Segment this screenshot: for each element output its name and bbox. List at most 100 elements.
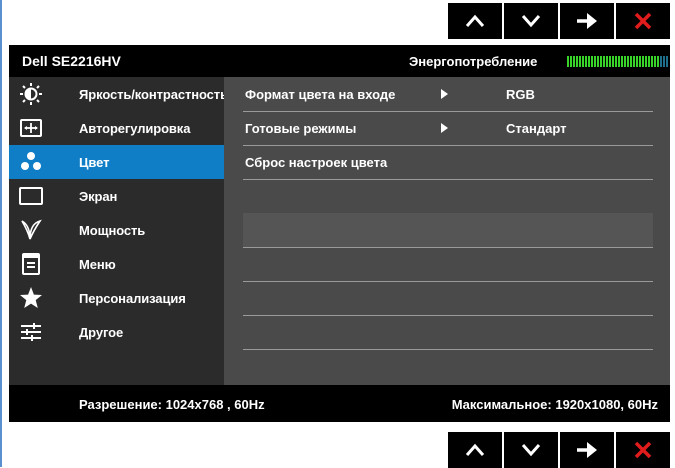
up-button[interactable]: [448, 3, 502, 39]
energy-meter-segment: [570, 56, 572, 67]
main-menu: Яркость/контрастность Авторегулировка Цв…: [9, 77, 228, 385]
empty-row: [243, 179, 653, 214]
energy-meter-segment: [579, 56, 581, 67]
menu-item-label: Другое: [79, 325, 124, 340]
menu-item-display[interactable]: Экран: [9, 179, 224, 213]
auto-adjust-icon: [20, 119, 42, 137]
up-button[interactable]: [448, 432, 502, 468]
empty-row: [243, 213, 653, 248]
exit-button[interactable]: [616, 3, 670, 39]
energy-meter-segment: [636, 56, 638, 67]
menu-item-brightness-contrast[interactable]: Яркость/контрастность: [9, 77, 228, 111]
energy-meter-segment: [630, 56, 632, 67]
energy-usage-label: Энергопотребление: [409, 54, 538, 69]
current-resolution: Разрешение: 1024x768 , 60Hz: [79, 397, 265, 412]
down-button[interactable]: [504, 432, 558, 468]
chevron-down-icon: [521, 444, 541, 457]
star-icon: [20, 287, 42, 308]
left-border: [0, 0, 2, 467]
energy-meter: [567, 56, 668, 67]
enter-button[interactable]: [560, 432, 614, 468]
energy-meter-segment: [624, 56, 626, 67]
energy-meter-segment: [597, 56, 599, 67]
menu-item-personalize[interactable]: Персонализация: [9, 281, 224, 315]
menu-item-label: Мощность: [79, 223, 146, 238]
brightness-icon: [20, 83, 42, 105]
energy-meter-segment: [603, 56, 605, 67]
empty-row: [243, 281, 653, 316]
menu-doc-icon: [22, 253, 40, 275]
energy-meter-segment: [651, 56, 653, 67]
energy-meter-segment: [666, 56, 668, 67]
chevron-up-icon: [465, 443, 485, 456]
energy-meter-segment: [654, 56, 656, 67]
preset-modes-label: Готовые режимы: [245, 121, 357, 136]
bottom-navigation-bar: [448, 432, 670, 468]
menu-item-label: Авторегулировка: [79, 121, 191, 136]
empty-row: [243, 247, 653, 282]
empty-row: [243, 315, 653, 350]
energy-meter-segment: [594, 56, 596, 67]
chevron-up-icon: [465, 14, 485, 27]
menu-item-other[interactable]: Другое: [9, 315, 224, 349]
monitor-model: Dell SE2216HV: [22, 53, 121, 69]
menu-item-label: Меню: [79, 257, 116, 272]
sliders-icon: [21, 323, 41, 341]
menu-item-label: Яркость/контрастность: [79, 87, 228, 102]
energy-meter-segment: [645, 56, 647, 67]
menu-item-menu[interactable]: Меню: [9, 247, 224, 281]
menu-item-label: Экран: [79, 189, 118, 204]
energy-meter-segment: [612, 56, 614, 67]
menu-item-label: Цвет: [79, 155, 110, 170]
energy-meter-segment: [648, 56, 650, 67]
down-button[interactable]: [504, 3, 558, 39]
energy-meter-segment: [618, 56, 620, 67]
top-navigation-bar: [448, 3, 670, 39]
status-bar: Разрешение: 1024x768 , 60Hz Максимальное…: [9, 385, 670, 422]
close-icon: [634, 441, 652, 459]
title-bar: Dell SE2216HV Энергопотребление: [9, 45, 670, 77]
energy-meter-segment: [567, 56, 569, 67]
input-color-format-row[interactable]: Формат цвета на входе RGB: [243, 77, 653, 112]
osd-menu: Dell SE2216HV Энергопотребление Яркость/…: [9, 45, 670, 422]
energy-meter-segment: [663, 56, 665, 67]
energy-meter-segment: [585, 56, 587, 67]
energy-meter-segment: [591, 56, 593, 67]
color-dots-icon: [21, 152, 41, 170]
menu-item-color[interactable]: Цвет: [9, 145, 224, 179]
power-leaf-icon: [21, 219, 42, 240]
exit-button[interactable]: [616, 432, 670, 468]
energy-meter-segment: [633, 56, 635, 67]
energy-meter-segment: [615, 56, 617, 67]
submenu-arrow-icon: [441, 89, 448, 99]
input-color-format-label: Формат цвета на входе: [245, 87, 396, 102]
menu-item-label: Персонализация: [79, 291, 186, 306]
energy-meter-segment: [582, 56, 584, 67]
close-icon: [634, 12, 652, 30]
preset-modes-row[interactable]: Готовые режимы Стандарт: [243, 111, 653, 146]
energy-meter-segment: [639, 56, 641, 67]
arrow-right-icon: [577, 13, 597, 29]
energy-meter-segment: [576, 56, 578, 67]
submenu-arrow-icon: [441, 123, 448, 133]
energy-meter-segment: [573, 56, 575, 67]
energy-meter-segment: [660, 56, 662, 67]
enter-button[interactable]: [560, 3, 614, 39]
menu-item-power[interactable]: Мощность: [9, 213, 224, 247]
input-color-format-value: RGB: [506, 87, 535, 102]
preset-modes-value: Стандарт: [506, 121, 567, 136]
submenu-panel: Формат цвета на входе RGB Готовые режимы…: [224, 77, 670, 385]
reset-color-row[interactable]: Сброс настроек цвета: [243, 145, 653, 180]
energy-meter-segment: [657, 56, 659, 67]
arrow-right-icon: [577, 442, 597, 458]
display-icon: [19, 187, 43, 205]
energy-meter-segment: [600, 56, 602, 67]
energy-meter-segment: [621, 56, 623, 67]
menu-item-auto-adjust[interactable]: Авторегулировка: [9, 111, 224, 145]
chevron-down-icon: [521, 15, 541, 28]
energy-meter-segment: [606, 56, 608, 67]
energy-meter-segment: [588, 56, 590, 67]
energy-meter-segment: [609, 56, 611, 67]
reset-color-label: Сброс настроек цвета: [245, 155, 388, 170]
energy-meter-segment: [627, 56, 629, 67]
